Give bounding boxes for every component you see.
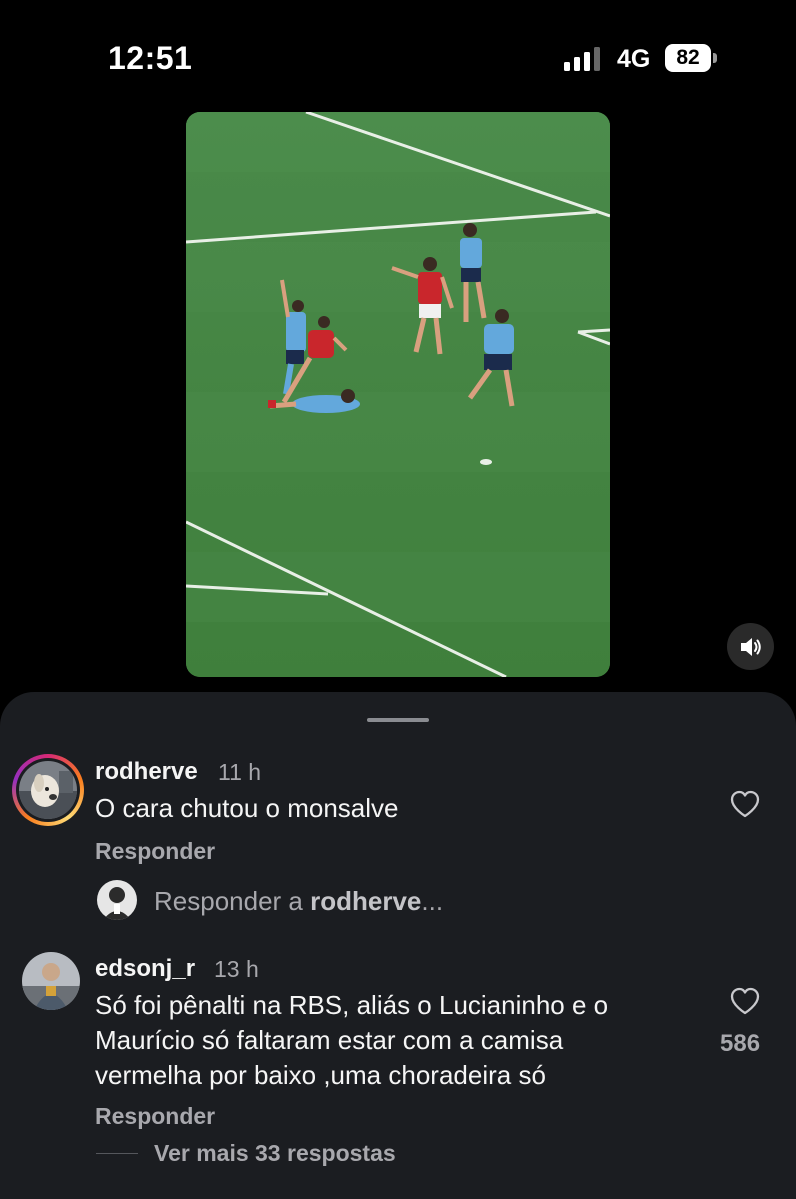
comment-timestamp: 11 h bbox=[218, 759, 262, 785]
video-frame bbox=[186, 112, 610, 677]
current-user-avatar bbox=[97, 880, 137, 920]
reply-button[interactable]: Responder bbox=[95, 1103, 215, 1130]
comment-text-line: Só foi pênalti na RBS, aliás o Lucianinh… bbox=[95, 990, 609, 1020]
screen: 12:51 4G 82 rodherve 11 h O cara chutou … bbox=[0, 0, 796, 1199]
avatar-rodherve[interactable] bbox=[12, 754, 84, 826]
heart-icon[interactable] bbox=[730, 790, 760, 818]
network-type: 4G bbox=[617, 45, 651, 73]
replies-divider bbox=[96, 1153, 138, 1154]
battery-tip bbox=[713, 53, 717, 63]
comment-username[interactable]: rodherve bbox=[95, 758, 198, 786]
reply-target: rodherve bbox=[310, 886, 422, 916]
drag-handle[interactable] bbox=[367, 718, 429, 722]
video-player[interactable] bbox=[186, 112, 610, 677]
reply-input[interactable]: Responder a rodherve... bbox=[154, 886, 443, 917]
like-count: 586 bbox=[720, 1030, 761, 1057]
speaker-icon bbox=[740, 637, 761, 656]
mute-button[interactable] bbox=[727, 623, 774, 670]
reply-button[interactable]: Responder bbox=[95, 838, 215, 865]
comment-text-line: Maurício só faltaram estar com a camisa bbox=[95, 1025, 564, 1055]
battery-level: 82 bbox=[665, 44, 711, 72]
comment-text: O cara chutou o monsalve bbox=[95, 793, 399, 823]
avatar-edsonj_r[interactable] bbox=[22, 952, 80, 1010]
view-more-replies-button[interactable]: Ver mais 33 respostas bbox=[154, 1140, 396, 1167]
comment-username[interactable]: edsonj_r bbox=[95, 955, 195, 983]
comments-sheet: rodherve 11 h O cara chutou o monsalve R… bbox=[0, 692, 796, 1199]
status-time: 12:51 bbox=[108, 40, 193, 76]
signal-bars-icon bbox=[564, 47, 600, 71]
battery-icon: 82 bbox=[665, 44, 717, 72]
comment-timestamp: 13 h bbox=[214, 956, 259, 982]
comment-text-line: vermelha por baixo ,uma choradeira só bbox=[95, 1060, 546, 1090]
reply-suffix: ... bbox=[421, 886, 444, 916]
heart-icon[interactable] bbox=[730, 987, 760, 1015]
story-ring-gap bbox=[16, 758, 80, 822]
avatar-image bbox=[19, 761, 77, 819]
reply-prefix: Responder a bbox=[154, 886, 303, 916]
